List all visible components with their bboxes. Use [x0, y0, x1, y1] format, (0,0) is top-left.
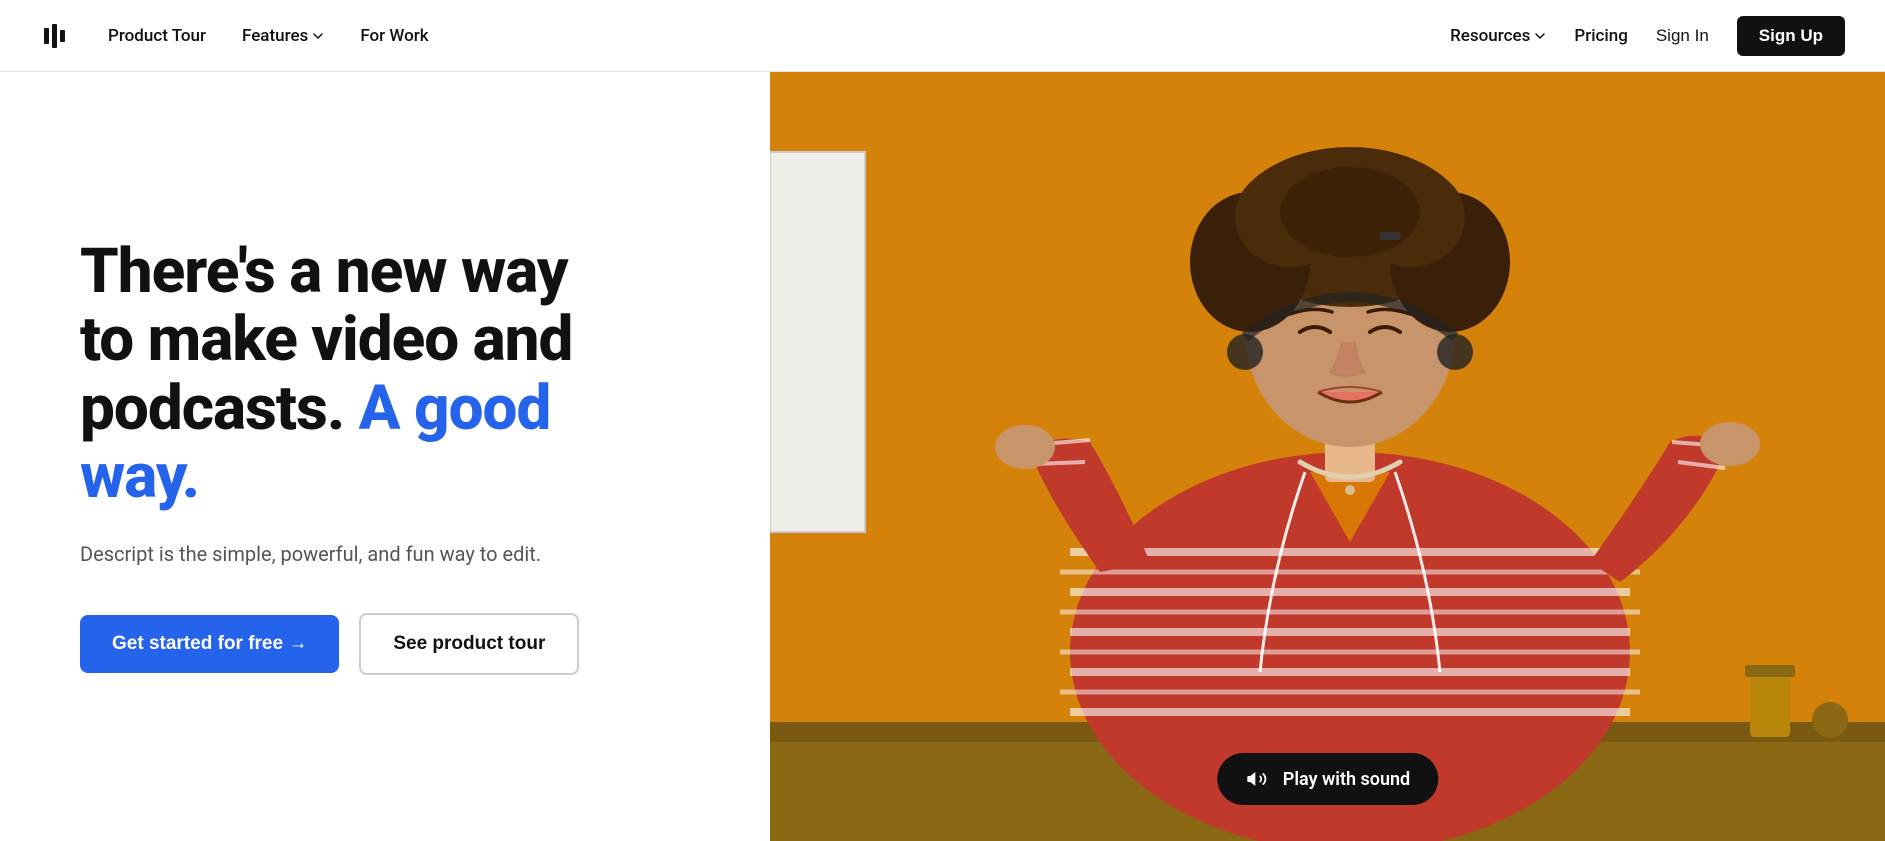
- sign-up-button[interactable]: Sign Up: [1737, 16, 1845, 56]
- logo[interactable]: [40, 20, 72, 52]
- cta-buttons: Get started for free → See product tour: [80, 613, 690, 675]
- navbar: Product Tour Features For Work Resources…: [0, 0, 1885, 72]
- main-content: There's a new way to make video and podc…: [0, 72, 1885, 841]
- play-with-sound-label: Play with sound: [1283, 769, 1410, 790]
- nav-resources[interactable]: Resources: [1450, 26, 1546, 46]
- features-chevron-icon: [312, 30, 324, 42]
- see-product-tour-button[interactable]: See product tour: [359, 613, 579, 675]
- hero-subtext: Descript is the simple, powerful, and fu…: [80, 539, 620, 569]
- nav-features[interactable]: Features: [242, 26, 324, 46]
- nav-for-work[interactable]: For Work: [360, 26, 428, 46]
- video-frame: Play with sound: [770, 72, 1885, 841]
- resources-chevron-icon: [1534, 30, 1546, 42]
- play-with-sound-button[interactable]: Play with sound: [1217, 753, 1438, 805]
- video-panel: Play with sound: [770, 72, 1885, 841]
- navbar-right: Resources Pricing Sign In Sign Up: [1450, 16, 1845, 56]
- person-illustration: [770, 72, 1885, 841]
- sign-in-button[interactable]: Sign In: [1656, 26, 1709, 46]
- nav-product-tour[interactable]: Product Tour: [108, 26, 206, 46]
- hero-headline: There's a new way to make video and podc…: [80, 238, 690, 511]
- hero-headline-blue: A goodway.: [80, 372, 550, 513]
- speaker-icon: [1245, 767, 1269, 791]
- hero-section: There's a new way to make video and podc…: [0, 72, 770, 841]
- get-started-button[interactable]: Get started for free →: [80, 615, 339, 673]
- nav-pricing[interactable]: Pricing: [1574, 26, 1628, 46]
- navbar-left: Product Tour Features For Work: [40, 20, 429, 52]
